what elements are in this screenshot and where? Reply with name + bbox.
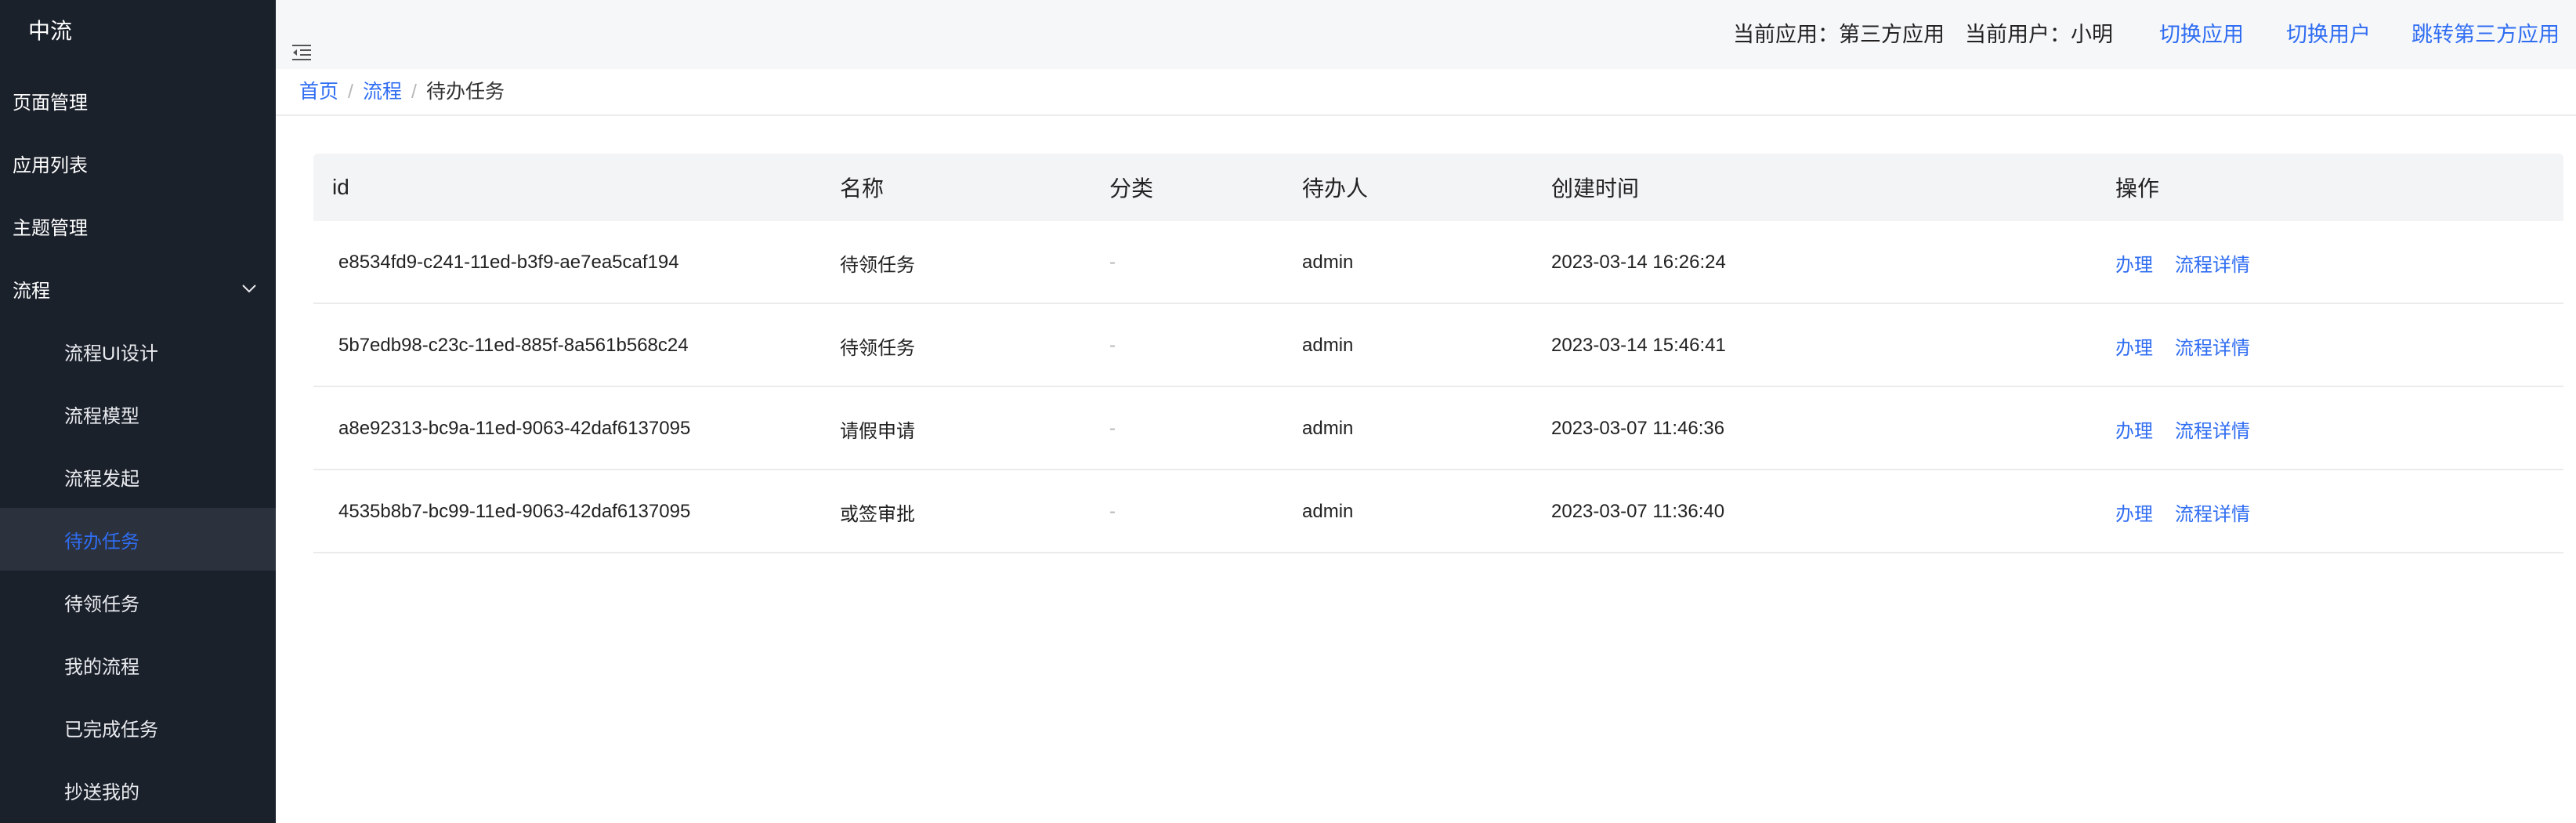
column-header-assignee: 待办人	[1302, 176, 1369, 201]
breadcrumb-current: 待办任务	[425, 81, 505, 103]
cell-operations: 办理 流程详情	[2115, 387, 2272, 470]
table-row: a8e92313-bc9a-11ed-9063-42daf6137095 请假申…	[313, 387, 2563, 470]
cell-name: 或签审批	[840, 503, 915, 525]
cell-assignee: admin	[1302, 252, 1354, 273]
sidebar-item-flow-ui-design[interactable]: 流程UI设计	[0, 320, 276, 382]
cell-assignee: admin	[1302, 501, 1354, 522]
menu-fold-icon[interactable]	[291, 44, 312, 61]
cell-created-time: 2023-03-14 15:46:41	[1551, 335, 1726, 356]
sidebar-item-cc-to-me[interactable]: 抄送我的	[0, 759, 276, 821]
cell-id: 5b7edb98-c23c-11ed-885f-8a561b568c24	[338, 335, 689, 356]
table-row: 5b7edb98-c23c-11ed-885f-8a561b568c24 待领任…	[313, 304, 2563, 387]
table-header: id 名称 分类 待办人 创建时间 操作	[313, 154, 2563, 221]
breadcrumb-separator: /	[411, 81, 417, 103]
sidebar-item-label: 流程发起	[64, 468, 139, 490]
cell-category: -	[1109, 335, 1116, 356]
top-header: 当前应用：第三方应用 当前用户：小明 切换应用 切换用户 跳转第三方应用	[276, 0, 2576, 69]
sidebar-item-flow-start[interactable]: 流程发起	[0, 445, 276, 508]
sidebar-item-label: 流程模型	[64, 405, 139, 427]
sidebar-item-completed-tasks[interactable]: 已完成任务	[0, 696, 276, 759]
current-app-label: 当前应用：	[1733, 23, 1839, 46]
sidebar-item-label: 待办任务	[64, 531, 139, 553]
cell-created-time: 2023-03-14 16:26:24	[1551, 252, 1726, 273]
cell-id: 4535b8b7-bc99-11ed-9063-42daf6137095	[338, 501, 691, 522]
current-app-value: 第三方应用	[1839, 23, 1945, 46]
cell-operations: 办理 流程详情	[2115, 221, 2272, 304]
cell-operations: 办理 流程详情	[2115, 304, 2272, 387]
flow-detail-button[interactable]: 流程详情	[2175, 415, 2250, 443]
flow-detail-button[interactable]: 流程详情	[2175, 499, 2250, 526]
sidebar-group-flow[interactable]: 流程	[0, 257, 276, 320]
sidebar-item-label: 应用列表	[13, 154, 88, 176]
cell-created-time: 2023-03-07 11:46:36	[1551, 418, 1725, 439]
cell-operations: 办理 流程详情	[2115, 470, 2272, 553]
cell-assignee: admin	[1302, 335, 1354, 356]
sidebar-item-label: 抄送我的	[64, 781, 139, 803]
chevron-down-icon	[242, 285, 256, 293]
column-header-operations: 操作	[2115, 176, 2160, 201]
cell-category: -	[1109, 418, 1116, 439]
column-header-category: 分类	[1109, 176, 1154, 201]
sidebar-item-todo-tasks[interactable]: 待办任务	[0, 508, 276, 571]
cell-category: -	[1109, 501, 1116, 522]
jump-third-party-link[interactable]: 跳转第三方应用	[2411, 20, 2560, 49]
sidebar-item-claim-tasks[interactable]: 待领任务	[0, 571, 276, 633]
breadcrumb-separator: /	[348, 81, 353, 103]
table-row: e8534fd9-c241-11ed-b3f9-ae7ea5caf194 待领任…	[313, 221, 2563, 304]
handle-button[interactable]: 办理	[2115, 332, 2153, 360]
cell-id: a8e92313-bc9a-11ed-9063-42daf6137095	[338, 418, 691, 439]
handle-button[interactable]: 办理	[2115, 499, 2153, 526]
sidebar-item-page-management[interactable]: 页面管理	[0, 69, 276, 132]
sidebar-item-label: 已完成任务	[64, 719, 158, 741]
sidebar-item-my-flows[interactable]: 我的流程	[0, 633, 276, 696]
cell-name: 待领任务	[840, 254, 915, 276]
cell-category: -	[1109, 252, 1116, 273]
table-row: 4535b8b7-bc99-11ed-9063-42daf6137095 或签审…	[313, 470, 2563, 553]
current-app-text: 当前应用：第三方应用	[1733, 20, 1945, 49]
handle-button[interactable]: 办理	[2115, 415, 2153, 443]
brand-logo-text: 中流	[28, 19, 73, 43]
cell-assignee: admin	[1302, 418, 1354, 439]
current-user-label: 当前用户：	[1965, 23, 2071, 46]
current-user-text: 当前用户：小明	[1965, 20, 2113, 49]
sidebar-item-flow-model[interactable]: 流程模型	[0, 382, 276, 445]
flow-detail-button[interactable]: 流程详情	[2175, 332, 2250, 360]
cell-name: 请假申请	[840, 420, 915, 442]
current-user-value: 小明	[2071, 23, 2113, 46]
column-header-created-time: 创建时间	[1551, 176, 1640, 201]
sidebar-item-label: 待领任务	[64, 593, 139, 615]
switch-app-link[interactable]: 切换应用	[2159, 20, 2244, 49]
sidebar-item-theme-management[interactable]: 主题管理	[0, 194, 276, 257]
breadcrumb-flow[interactable]: 流程	[363, 77, 402, 107]
sidebar-item-label: 流程	[13, 280, 50, 302]
cell-name: 待领任务	[840, 337, 915, 359]
flow-detail-button[interactable]: 流程详情	[2175, 249, 2250, 277]
breadcrumb-home[interactable]: 首页	[299, 77, 338, 107]
sidebar-item-label: 流程UI设计	[64, 343, 158, 364]
sidebar-item-app-list[interactable]: 应用列表	[0, 132, 276, 194]
sidebar-item-label: 主题管理	[13, 217, 88, 239]
sidebar: 中流 页面管理 应用列表 主题管理 流程 流程UI设计 流程模型 流程发起 待办…	[0, 0, 276, 823]
column-header-id: id	[332, 175, 349, 199]
breadcrumb-bar: 首页 / 流程 / 待办任务	[276, 69, 2576, 116]
column-header-name: 名称	[840, 176, 885, 201]
sidebar-item-label: 页面管理	[13, 92, 88, 114]
switch-user-link[interactable]: 切换用户	[2286, 20, 2371, 49]
handle-button[interactable]: 办理	[2115, 249, 2153, 277]
sidebar-item-label: 我的流程	[64, 656, 139, 678]
breadcrumb: 首页 / 流程 / 待办任务	[299, 77, 505, 107]
cell-created-time: 2023-03-07 11:36:40	[1551, 501, 1725, 522]
todo-task-table: id 名称 分类 待办人 创建时间 操作 e8534fd9-c241-11ed-…	[313, 154, 2563, 553]
cell-id: e8534fd9-c241-11ed-b3f9-ae7ea5caf194	[338, 252, 679, 273]
